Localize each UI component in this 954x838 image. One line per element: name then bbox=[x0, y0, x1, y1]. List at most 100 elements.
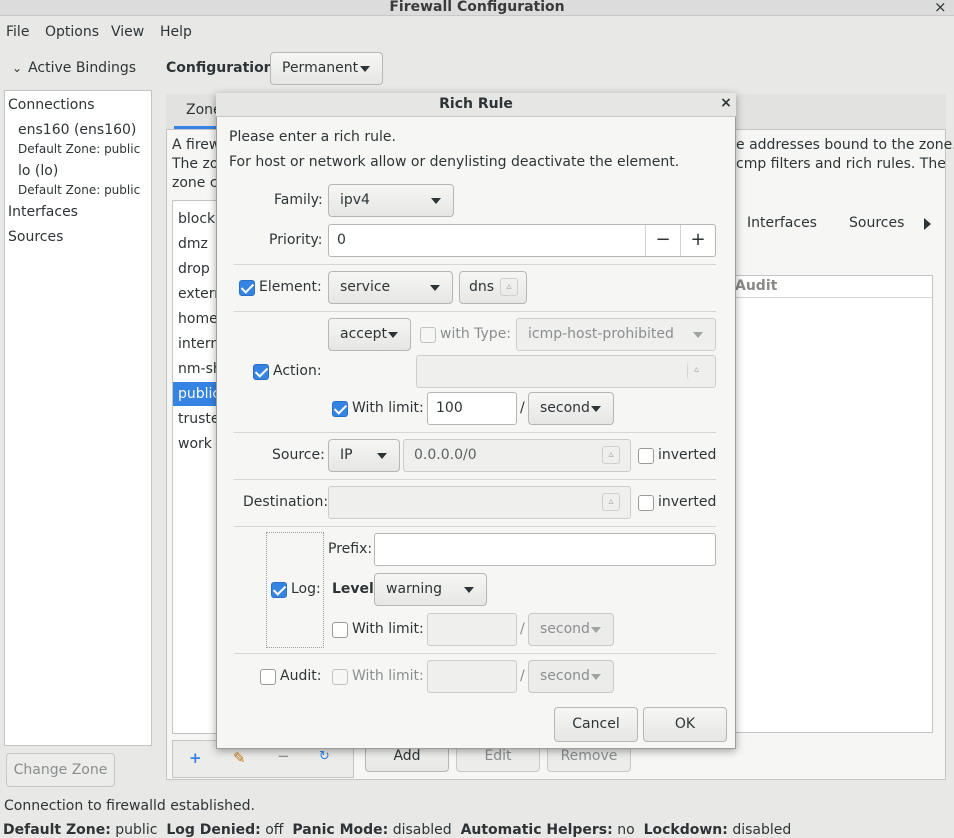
action-checkbox[interactable] bbox=[253, 364, 269, 380]
priority-increment-button[interactable]: + bbox=[680, 225, 715, 256]
source-value-entry[interactable]: 0.0.0.0/0 ▵ bbox=[403, 439, 631, 472]
action-combo[interactable]: accept bbox=[328, 318, 411, 351]
window-titlebar: Firewall Configuration × bbox=[0, 0, 954, 16]
connection-ens160[interactable]: ens160 (ens160) bbox=[18, 122, 136, 138]
audit-limit-unit-combo[interactable]: second bbox=[528, 660, 614, 693]
lock-icon: ▵ bbox=[602, 446, 620, 464]
action-limit-checkbox[interactable] bbox=[332, 401, 348, 417]
priority-spinbox[interactable]: 0 − + bbox=[328, 224, 716, 257]
chevron-down-icon bbox=[591, 627, 601, 633]
chevron-down-icon: ⌄ bbox=[12, 61, 23, 75]
element-value: dns bbox=[469, 279, 495, 295]
dialog-intro-2: For host or network allow or denylisting… bbox=[229, 154, 680, 170]
action-limit-input[interactable]: 100 bbox=[427, 392, 517, 425]
log-denied-value: off bbox=[265, 822, 284, 838]
destination-inverted-label: inverted bbox=[658, 494, 717, 510]
sources-label[interactable]: Sources bbox=[8, 229, 63, 245]
audit-column-header[interactable]: Audit bbox=[735, 278, 777, 294]
zone-item[interactable]: intern bbox=[178, 336, 219, 352]
separator bbox=[234, 526, 716, 527]
panic-mode-label: Panic Mode: bbox=[292, 822, 389, 838]
element-type-combo[interactable]: service bbox=[328, 271, 453, 304]
element-checkbox[interactable] bbox=[239, 280, 255, 296]
remove-zone-icon[interactable]: − bbox=[277, 747, 290, 765]
menu-view[interactable]: View bbox=[111, 24, 144, 40]
log-limit-input[interactable] bbox=[427, 613, 517, 646]
audit-checkbox[interactable] bbox=[260, 669, 276, 685]
prefix-input[interactable] bbox=[374, 533, 716, 566]
change-zone-button[interactable]: Change Zone bbox=[6, 753, 115, 787]
with-type-checkbox[interactable] bbox=[420, 327, 436, 343]
log-limit-label: With limit: bbox=[352, 621, 424, 637]
zone-item[interactable]: home bbox=[178, 311, 218, 327]
action-limit-value: 100 bbox=[436, 400, 463, 416]
menu-help[interactable]: Help bbox=[160, 24, 192, 40]
zone-item[interactable]: work bbox=[178, 436, 212, 452]
status-message: Connection to firewalld established. bbox=[4, 798, 255, 814]
zone-item[interactable]: truste bbox=[178, 411, 220, 427]
chevron-down-icon bbox=[591, 674, 601, 680]
level-label: Level: bbox=[332, 581, 380, 597]
helpers-value: no bbox=[617, 822, 635, 838]
configuration-combo[interactable]: Permanent bbox=[270, 52, 383, 85]
separator bbox=[234, 479, 716, 480]
zone-item-selected[interactable]: public bbox=[173, 382, 220, 406]
panic-mode-value: disabled bbox=[392, 822, 452, 838]
priority-label: Priority: bbox=[269, 232, 323, 248]
audit-limit-label: With limit: bbox=[352, 668, 424, 684]
action-limit-unit-combo[interactable]: second bbox=[528, 392, 614, 425]
log-level-value: warning bbox=[386, 581, 443, 597]
source-type-value: IP bbox=[340, 447, 353, 463]
interfaces-label[interactable]: Interfaces bbox=[8, 204, 78, 220]
log-limit-unit-combo[interactable]: second bbox=[528, 613, 614, 646]
audit-limit-input[interactable] bbox=[427, 660, 517, 693]
dialog-close-icon[interactable]: × bbox=[716, 96, 736, 111]
audit-limit-checkbox[interactable] bbox=[332, 669, 348, 685]
tabs-scroll-right-icon[interactable] bbox=[924, 218, 931, 230]
rate-slash: / bbox=[520, 400, 525, 416]
log-checkbox[interactable] bbox=[271, 582, 287, 598]
zone-item[interactable]: block bbox=[178, 211, 215, 227]
zone-item[interactable]: dmz bbox=[178, 236, 208, 252]
menu-options[interactable]: Options bbox=[45, 24, 99, 40]
zone-desc-line3: zone c bbox=[172, 175, 218, 191]
element-type-value: service bbox=[340, 279, 391, 295]
destination-entry[interactable]: ▵ bbox=[328, 486, 631, 519]
window-close-icon[interactable]: × bbox=[934, 0, 947, 15]
rate-slash: / bbox=[520, 668, 525, 684]
connection-lo[interactable]: lo (lo) bbox=[18, 163, 58, 179]
source-label: Source: bbox=[272, 447, 325, 463]
menu-file[interactable]: File bbox=[6, 24, 29, 40]
source-type-combo[interactable]: IP bbox=[328, 439, 400, 472]
log-level-combo[interactable]: warning bbox=[374, 573, 487, 606]
family-combo[interactable]: ipv4 bbox=[328, 184, 454, 217]
separator bbox=[234, 432, 716, 433]
dialog-titlebar: Rich Rule × bbox=[216, 93, 736, 117]
action-detail-entry[interactable]: ▵ bbox=[416, 355, 716, 388]
cancel-button[interactable]: Cancel bbox=[554, 707, 638, 742]
tab-sources[interactable]: Sources bbox=[849, 215, 904, 231]
active-bindings-header[interactable]: ⌄ Active Bindings bbox=[12, 60, 136, 76]
edit-zone-icon[interactable]: ✎ bbox=[233, 749, 246, 767]
separator bbox=[234, 311, 716, 312]
log-limit-checkbox[interactable] bbox=[332, 622, 348, 638]
destination-inverted-checkbox[interactable] bbox=[638, 495, 654, 511]
element-value-button[interactable]: dns ▵ bbox=[459, 271, 527, 304]
connections-label[interactable]: Connections bbox=[8, 97, 95, 113]
add-zone-icon[interactable]: + bbox=[189, 749, 202, 767]
lock-icon: ▵ bbox=[687, 362, 705, 380]
chevron-down-icon bbox=[377, 453, 387, 459]
lockdown-value: disabled bbox=[732, 822, 792, 838]
action-label: Action: bbox=[273, 363, 322, 379]
action-limit-unit-value: second bbox=[540, 400, 590, 416]
source-inverted-checkbox[interactable] bbox=[638, 448, 654, 464]
lock-icon: ▵ bbox=[602, 493, 620, 511]
ok-button[interactable]: OK bbox=[643, 707, 727, 742]
priority-decrement-button[interactable]: − bbox=[645, 225, 680, 256]
zone-item[interactable]: drop bbox=[178, 261, 210, 277]
active-bindings-label: Active Bindings bbox=[28, 60, 137, 76]
with-type-value: icmp-host-prohibited bbox=[528, 326, 674, 342]
reload-zone-icon[interactable]: ↻ bbox=[319, 749, 330, 764]
tab-interfaces[interactable]: Interfaces bbox=[747, 215, 817, 231]
with-type-combo[interactable]: icmp-host-prohibited bbox=[516, 318, 716, 351]
